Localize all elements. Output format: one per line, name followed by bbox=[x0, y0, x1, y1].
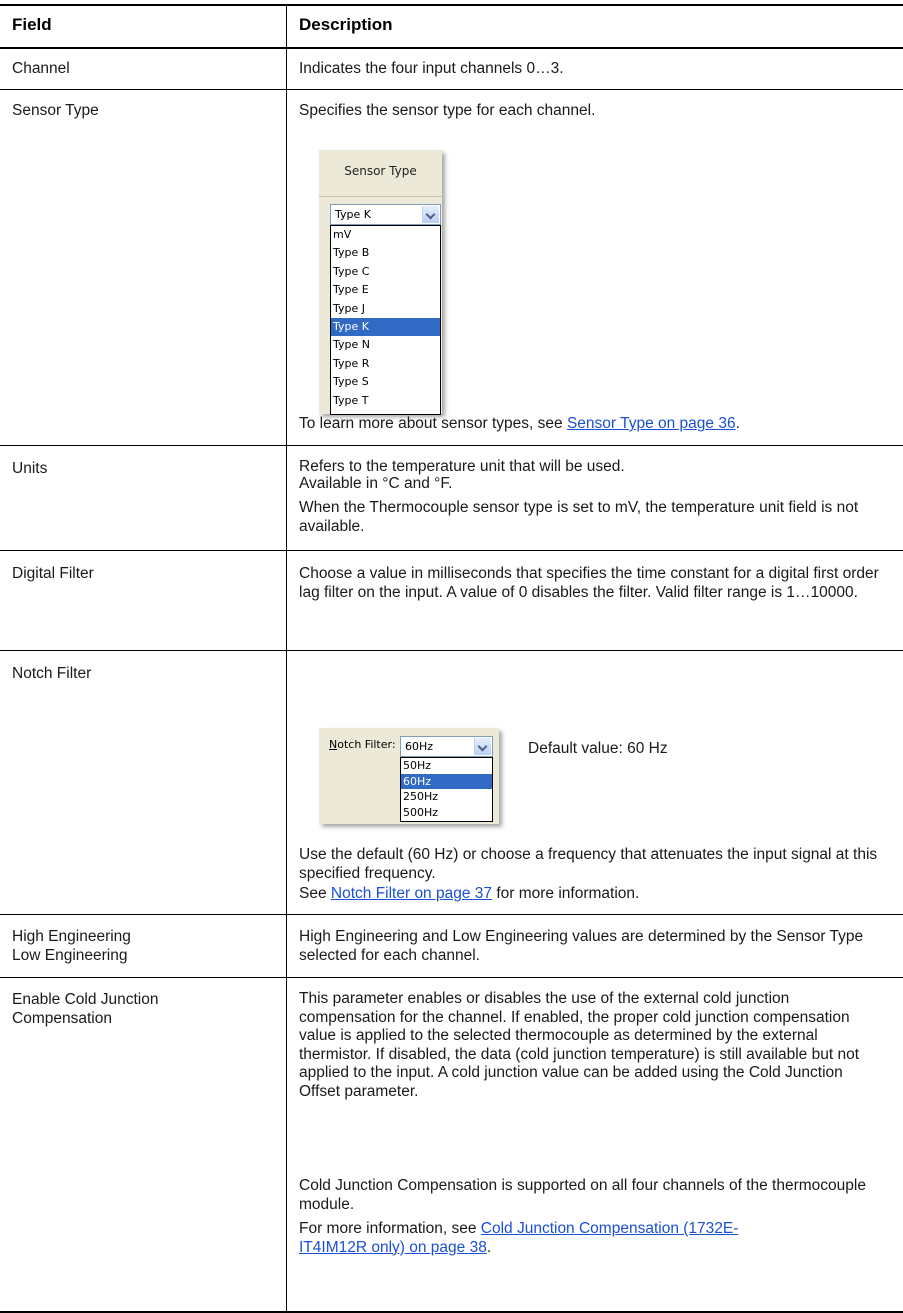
notch-option[interactable]: 250Hz bbox=[401, 789, 492, 805]
desc-cjc-para1: This parameter enables or disables the u… bbox=[299, 990, 860, 1100]
sensor-type-link[interactable]: Sensor Type on page 36 bbox=[567, 415, 736, 432]
desc-units-para2: When the Thermocouple sensor type is set… bbox=[299, 499, 859, 535]
row-divider bbox=[0, 550, 903, 551]
notch-option-selected[interactable]: 60Hz bbox=[401, 773, 492, 790]
field-notch-filter: Notch Filter bbox=[12, 665, 92, 682]
desc-units-line2: Available in °C and °F. bbox=[299, 475, 453, 492]
sensor-option[interactable]: Type C bbox=[331, 263, 440, 281]
desc-sensor-type: Specifies the sensor type for each chann… bbox=[299, 102, 596, 119]
sensor-option[interactable]: Type T bbox=[331, 392, 440, 410]
desc-notch-para1: Use the default (60 Hz) or choose a freq… bbox=[299, 846, 878, 882]
header-description: Description bbox=[299, 15, 393, 34]
row-divider bbox=[0, 89, 903, 90]
field-units: Units bbox=[12, 460, 48, 477]
field-engineering: High Engineering Low Engineering bbox=[12, 928, 131, 964]
notch-filter-widget: Notch Filter: 60Hz 50Hz 60Hz 250Hz 500Hz bbox=[319, 728, 499, 824]
sensor-type-header: Sensor Type bbox=[319, 150, 442, 197]
sensor-option[interactable]: Type J bbox=[331, 300, 440, 318]
field-digital-filter: Digital Filter bbox=[12, 565, 94, 582]
row-divider bbox=[0, 914, 903, 915]
notch-filter-label: Notch Filter: bbox=[329, 738, 396, 751]
chevron-down-icon[interactable] bbox=[474, 738, 491, 755]
notch-filter-selected: 60Hz bbox=[405, 740, 434, 753]
desc-units-line1: Refers to the temperature unit that will… bbox=[299, 458, 625, 475]
sensor-option[interactable]: mV bbox=[331, 226, 440, 244]
sensor-type-selected: Type K bbox=[335, 208, 371, 221]
notch-filter-select[interactable]: 60Hz bbox=[400, 736, 493, 757]
sensor-type-widget: Sensor Type Type K mV Type B Type C Type… bbox=[319, 150, 442, 415]
sensor-type-note: To learn more about sensor types, see Se… bbox=[299, 415, 740, 432]
chevron-down-icon[interactable] bbox=[422, 206, 439, 223]
notch-filter-dropdown: 50Hz 60Hz 250Hz 500Hz bbox=[400, 757, 493, 822]
notch-default-value: Default value: 60 Hz bbox=[528, 740, 668, 757]
row-divider bbox=[0, 977, 903, 978]
column-divider bbox=[286, 6, 287, 1312]
sensor-option-selected[interactable]: Type K bbox=[331, 318, 440, 337]
sensor-type-dropdown: mV Type B Type C Type E Type J Type K Ty… bbox=[330, 225, 441, 415]
field-sensor-type: Sensor Type bbox=[12, 102, 99, 119]
desc-digital-filter: Choose a value in milliseconds that spec… bbox=[299, 565, 879, 601]
field-channel: Channel bbox=[12, 60, 70, 77]
sensor-option[interactable]: Type N bbox=[331, 336, 440, 354]
field-cjc: Enable Cold Junction Compensation bbox=[12, 991, 159, 1027]
notch-option[interactable]: 500Hz bbox=[401, 805, 492, 821]
header-field: Field bbox=[12, 15, 52, 34]
header-rule bbox=[0, 47, 903, 49]
table-header: Field Description bbox=[0, 6, 903, 48]
desc-notch-para2: See Notch Filter on page 37 for more inf… bbox=[299, 885, 640, 902]
desc-channel: Indicates the four input channels 0…3. bbox=[299, 60, 564, 77]
sensor-option[interactable]: Type S bbox=[331, 373, 440, 391]
sensor-option[interactable]: Type R bbox=[331, 355, 440, 373]
notch-filter-link[interactable]: Notch Filter on page 37 bbox=[331, 885, 492, 902]
sensor-type-select[interactable]: Type K bbox=[330, 204, 441, 225]
sensor-option[interactable]: Type E bbox=[331, 281, 440, 299]
sensor-type-title: Sensor Type bbox=[344, 164, 417, 178]
sensor-option[interactable]: Type B bbox=[331, 244, 440, 262]
row-divider bbox=[0, 445, 903, 446]
notch-option[interactable]: 50Hz bbox=[401, 758, 492, 774]
desc-cjc-para2: Cold Junction Compensation is supported … bbox=[299, 1177, 866, 1213]
row-divider bbox=[0, 650, 903, 651]
desc-engineering: High Engineering and Low Engineering val… bbox=[299, 928, 864, 964]
desc-cjc-para3: For more information, see Cold Junction … bbox=[299, 1220, 739, 1256]
